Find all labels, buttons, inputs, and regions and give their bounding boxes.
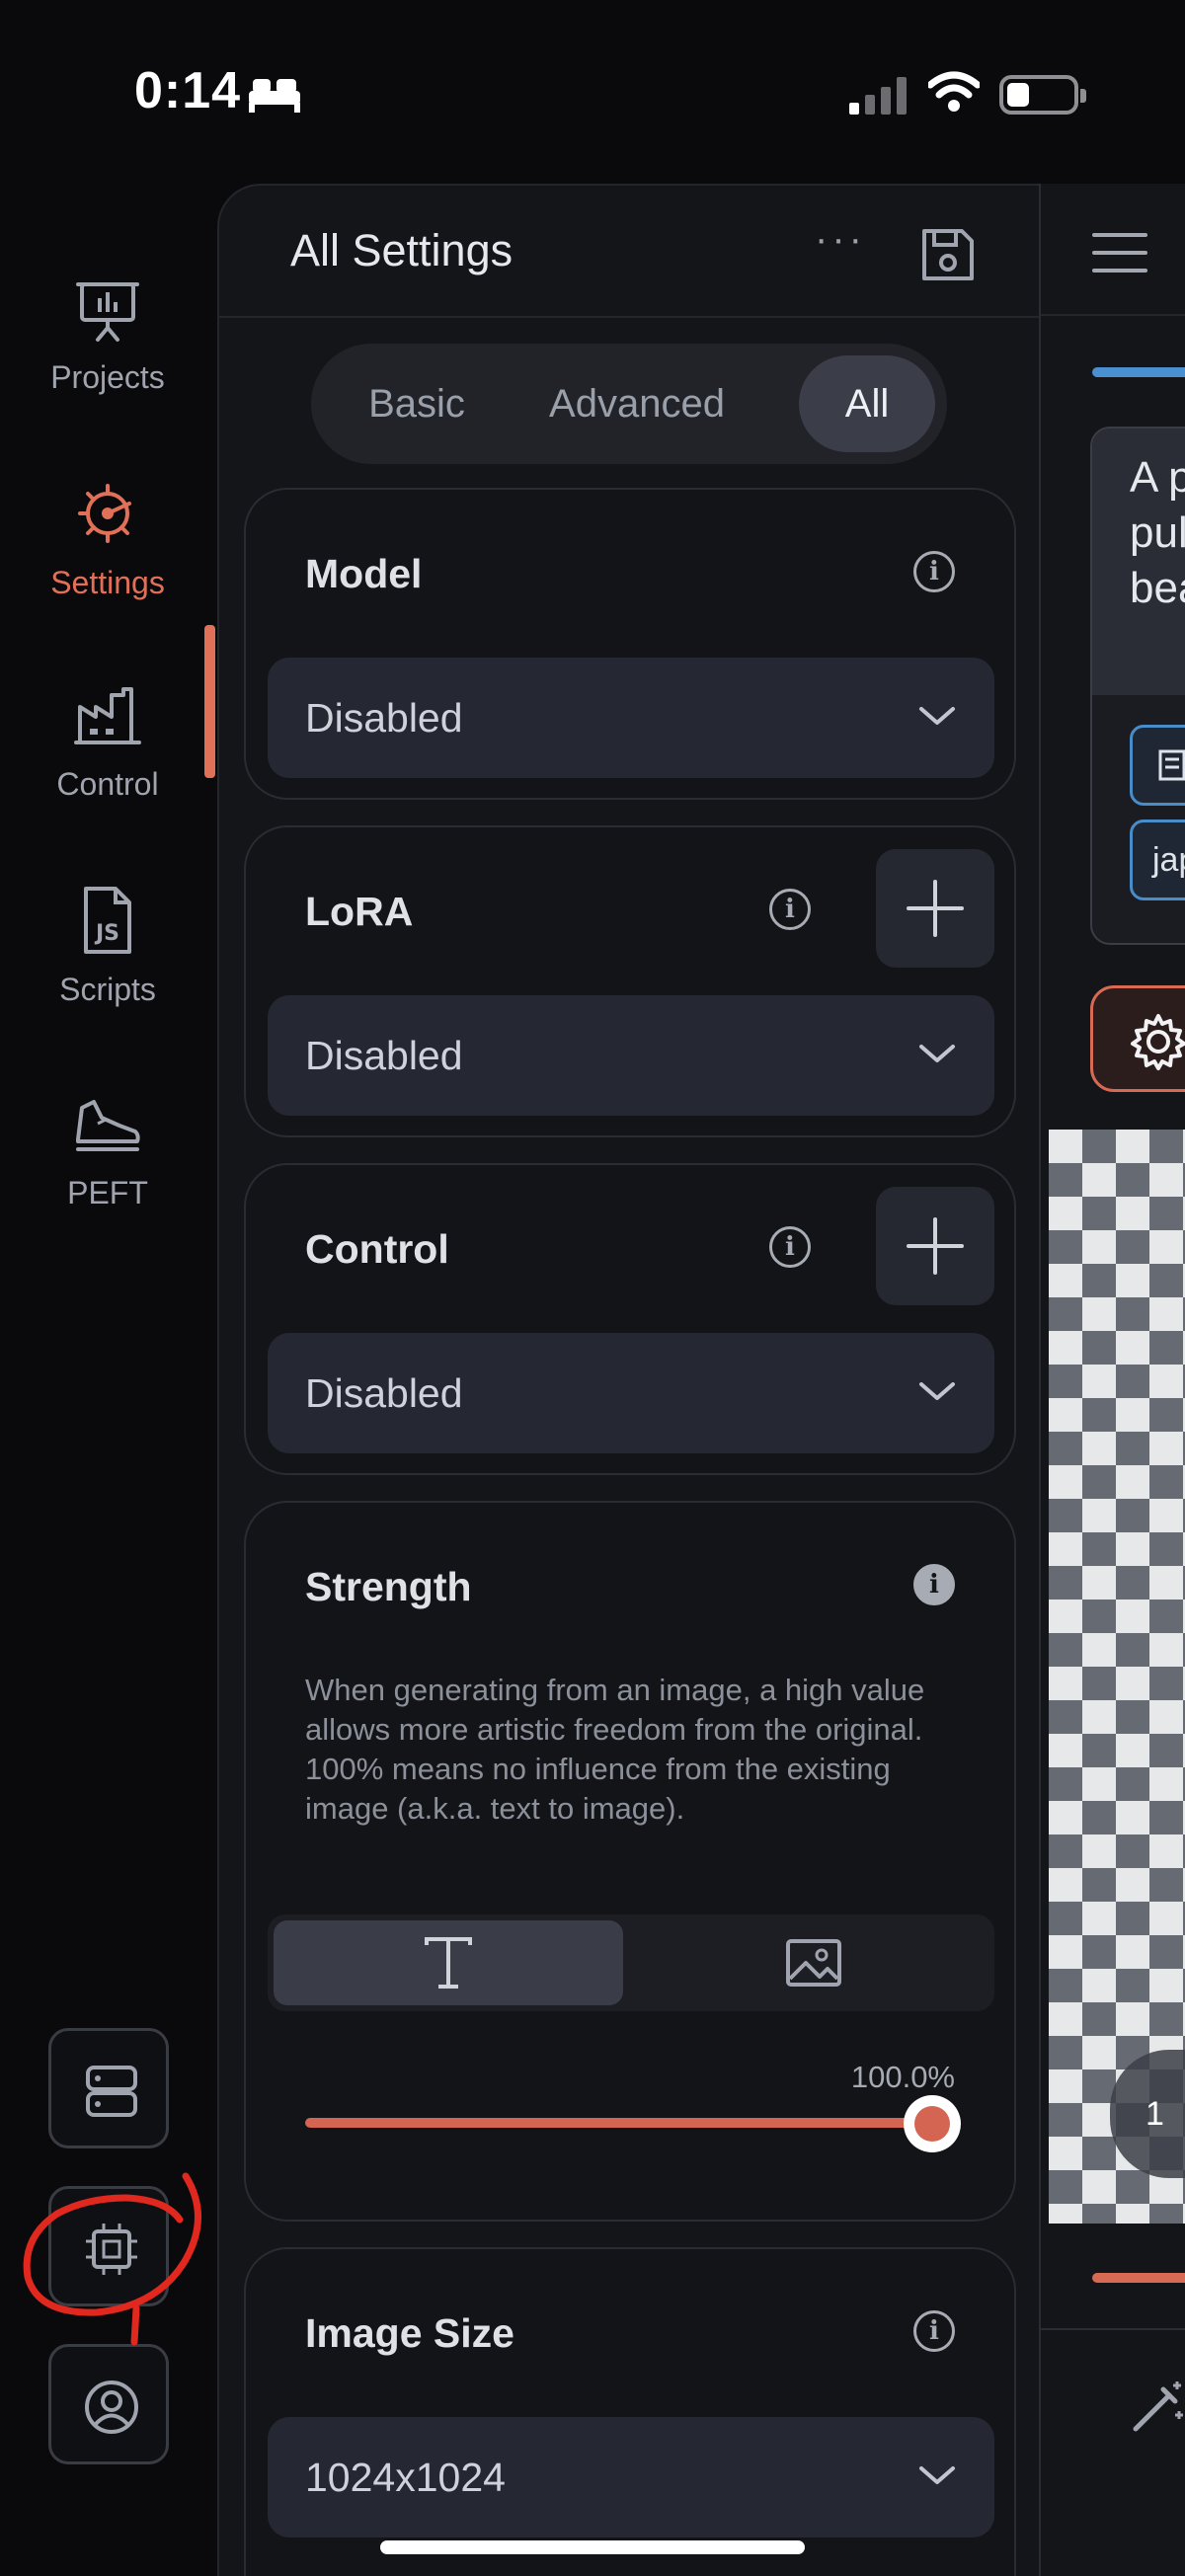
control-dropdown[interactable]: Disabled (268, 1333, 994, 1453)
user-icon (85, 2381, 138, 2434)
server-icon (86, 2066, 137, 2117)
status-bar: 0:14 (0, 0, 1185, 188)
strength-mode-toggle (268, 1914, 994, 2011)
add-lora-button[interactable] (876, 849, 994, 968)
nav-label: Projects (50, 359, 165, 395)
section-title: LoRA (305, 889, 414, 934)
nav-label: Control (56, 766, 159, 802)
lora-dropdown[interactable]: Disabled (268, 995, 994, 1116)
chevron-down-icon (919, 2466, 955, 2484)
model-dropdown[interactable]: Disabled (268, 658, 994, 778)
image-mode-icon (786, 1939, 841, 1987)
nav-item-settings[interactable]: Settings (0, 474, 215, 652)
info-icon[interactable]: i (913, 1564, 955, 1605)
image-mode-button[interactable] (639, 1920, 988, 2005)
account-button[interactable] (48, 2344, 169, 2464)
cpu-chip-icon (86, 2224, 137, 2275)
info-icon[interactable]: i (769, 889, 811, 930)
gear-icon (1131, 1014, 1185, 1070)
strength-value: 100.0% (850, 2060, 955, 2094)
chevron-down-icon (919, 1045, 955, 1062)
sneaker-icon (76, 1100, 140, 1151)
progress-bar-orange (1092, 2273, 1185, 2283)
nav-item-control[interactable]: Control (0, 677, 215, 855)
image-size-section: Image Size i 1024x1024 (244, 2247, 1016, 2576)
scroll-icon (1158, 749, 1185, 781)
home-indicator (380, 2540, 805, 2554)
menu-icon[interactable] (1092, 233, 1147, 273)
section-title: Model (305, 551, 423, 596)
model-section: Model i Disabled (244, 488, 1016, 800)
wifi-icon (928, 71, 980, 112)
nav-label: Scripts (59, 972, 156, 1007)
magic-wand-icon[interactable] (1130, 2376, 1185, 2435)
section-title: Control (305, 1226, 449, 1272)
section-title: Strength (305, 1564, 472, 1609)
lora-section: LoRA i Disabled (244, 825, 1016, 1137)
text-mode-icon (425, 1937, 472, 1989)
more-options-button[interactable]: ··· (798, 219, 883, 278)
status-time: 0:14 (134, 62, 242, 119)
sleep-focus-icon (249, 79, 300, 113)
tab-basic[interactable]: Basic (333, 355, 501, 452)
chevron-down-icon (919, 707, 955, 725)
server-button[interactable] (48, 2028, 169, 2148)
chevron-down-icon (919, 1382, 955, 1400)
dropdown-value: 1024x1024 (305, 2455, 506, 2500)
strength-slider-track[interactable] (305, 2118, 959, 2128)
nav-label: Settings (50, 565, 165, 600)
info-icon[interactable]: i (913, 2310, 955, 2352)
prompt-card[interactable]: A p pul bea jap (1090, 427, 1185, 945)
canvas-panel: A p pul bea jap 1 (1039, 184, 1185, 2576)
side-nav-rail: Projects Settings Control JS Scripts PEF… (0, 188, 215, 2576)
strength-description: When generating from an image, a high va… (305, 1673, 925, 1826)
info-icon[interactable]: i (913, 551, 955, 592)
section-title: Image Size (305, 2310, 514, 2356)
prompt-chip[interactable] (1130, 725, 1185, 806)
panel-header: All Settings ··· (219, 186, 1039, 318)
prompt-text: A p pul bea (1130, 453, 1185, 612)
active-nav-indicator (204, 625, 215, 778)
canvas-header (1041, 184, 1185, 316)
save-icon[interactable] (916, 223, 980, 286)
nav-item-peft[interactable]: PEFT (0, 1084, 215, 1262)
page-title: All Settings (290, 225, 514, 275)
strength-slider-thumb[interactable] (904, 2095, 961, 2152)
strength-section: Strength i When generating from an image… (244, 1501, 1016, 2222)
info-icon[interactable]: i (769, 1226, 811, 1268)
nav-label: PEFT (67, 1175, 148, 1210)
dropdown-value: Disabled (305, 1033, 463, 1078)
control-section: Control i Disabled (244, 1163, 1016, 1475)
settings-filter-tabs: Basic Advanced All (311, 344, 947, 464)
tab-all[interactable]: All (799, 355, 935, 452)
dropdown-value: Disabled (305, 1370, 463, 1416)
progress-bar-blue (1092, 367, 1185, 377)
settings-panel: All Settings ··· Basic Advanced All Mode… (217, 184, 1039, 2576)
factory-icon (74, 687, 141, 744)
cpu-button[interactable] (48, 2186, 169, 2306)
image-size-dropdown[interactable]: 1024x1024 (268, 2417, 994, 2537)
svg-text:JS: JS (94, 921, 119, 946)
presentation-icon (76, 282, 139, 342)
dropdown-value: Disabled (305, 695, 463, 741)
battery-icon (999, 75, 1086, 115)
nav-item-scripts[interactable]: JS Scripts (0, 881, 215, 1058)
prompt-chip[interactable]: jap (1130, 820, 1185, 900)
prompt-area: A p pul bea (1092, 429, 1185, 695)
divider (1041, 2328, 1185, 2330)
generation-settings-button[interactable] (1090, 985, 1185, 1092)
cellular-signal-icon (849, 77, 907, 115)
settings-icon (78, 484, 131, 543)
js-file-icon: JS (84, 887, 131, 954)
add-control-button[interactable] (876, 1187, 994, 1305)
nav-item-projects[interactable]: Projects (0, 271, 215, 448)
text-mode-button[interactable] (274, 1920, 623, 2005)
tab-advanced[interactable]: Advanced (509, 355, 765, 452)
